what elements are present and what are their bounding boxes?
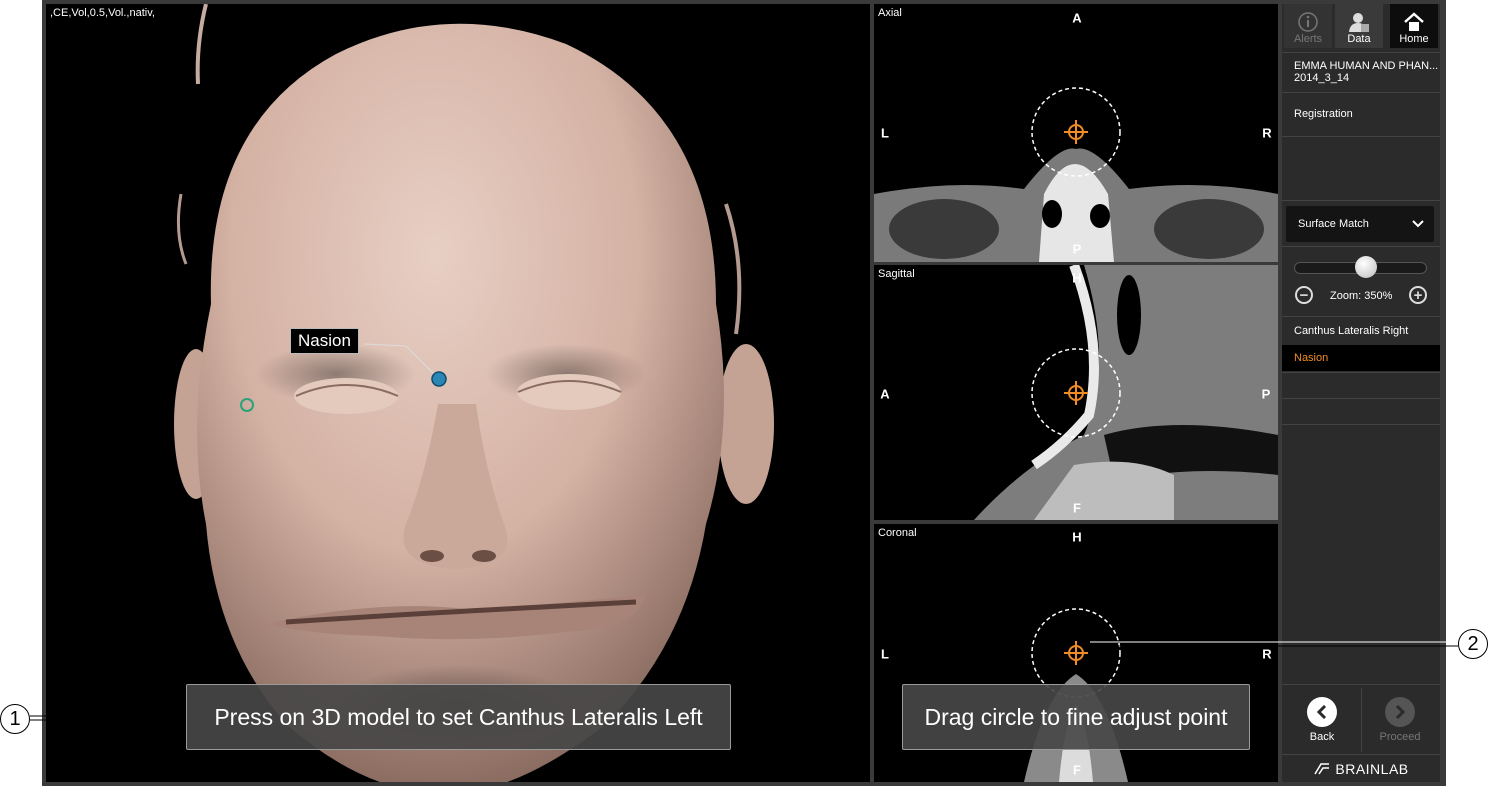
back-label: Back xyxy=(1309,731,1335,743)
3d-head-model[interactable] xyxy=(46,4,870,782)
proceed-button[interactable]: Proceed xyxy=(1362,688,1438,752)
method-label: Surface Match xyxy=(1298,218,1369,230)
proceed-label: Proceed xyxy=(1379,731,1421,743)
sagittal-top-orientation: H xyxy=(1072,270,1082,286)
coronal-left-orientation: L xyxy=(881,646,889,662)
sagittal-left-orientation: A xyxy=(880,386,890,402)
nasion-marker xyxy=(431,371,447,387)
axial-slice-view[interactable]: Axial A P L R xyxy=(874,4,1278,262)
patient-date: 2014_3_14 xyxy=(1294,72,1350,84)
callout-2: 2 xyxy=(1458,629,1488,659)
info-icon xyxy=(1298,12,1318,32)
axial-left-orientation: L xyxy=(881,125,889,141)
coronal-right-orientation: R xyxy=(1262,646,1272,662)
alerts-button[interactable]: Alerts xyxy=(1284,4,1332,48)
data-button[interactable]: Data xyxy=(1335,4,1383,48)
callout-1: 1 xyxy=(0,704,30,734)
zoom-slider-handle[interactable] xyxy=(1355,256,1378,278)
axial-right-orientation: R xyxy=(1262,125,1272,141)
sagittal-right-orientation: P xyxy=(1261,386,1271,402)
home-label: Home xyxy=(1399,33,1429,45)
sagittal-label: Sagittal xyxy=(878,268,915,280)
back-button[interactable]: Back xyxy=(1284,688,1360,752)
axial-label: Axial xyxy=(878,7,902,19)
zoom-in-button[interactable]: + xyxy=(1409,286,1427,304)
slice-instruction-banner: Drag circle to fine adjust point xyxy=(902,684,1250,750)
axial-ct-image xyxy=(874,87,1278,262)
data-label: Data xyxy=(1347,33,1371,45)
section-title: Registration xyxy=(1294,108,1353,120)
brand-footer: BRAINLAB xyxy=(1282,758,1440,780)
nasion-landmark-label: Nasion xyxy=(290,328,359,354)
chevron-down-icon xyxy=(1412,220,1424,228)
method-dropdown[interactable]: Surface Match xyxy=(1286,206,1434,242)
home-button[interactable]: Home xyxy=(1390,4,1438,48)
axial-bottom-orientation: P xyxy=(1072,241,1082,257)
sagittal-bottom-orientation: F xyxy=(1073,500,1081,516)
coronal-bottom-orientation: F xyxy=(1073,762,1081,778)
crosshair-icon xyxy=(1064,641,1088,665)
coronal-top-orientation: H xyxy=(1072,529,1082,545)
brand-name: BRAINLAB xyxy=(1335,761,1409,777)
crosshair-icon xyxy=(1064,120,1088,144)
sagittal-ct-image xyxy=(974,265,1278,520)
patient-name: EMMA HUMAN AND PHAN... xyxy=(1294,60,1439,72)
chevron-right-icon xyxy=(1395,705,1406,719)
zoom-label: Zoom: 350% xyxy=(1330,290,1393,302)
point-list-item-active[interactable]: Nasion xyxy=(1282,345,1440,371)
home-icon xyxy=(1404,12,1424,31)
sidebar: Alerts Data Home EMMA HUMAN AND PHAN... … xyxy=(1282,4,1440,782)
alerts-label: Alerts xyxy=(1293,33,1323,45)
patient-data-icon xyxy=(1349,13,1369,32)
minus-icon: − xyxy=(1299,286,1309,304)
sagittal-slice-view[interactable]: Sagittal H F A P xyxy=(874,265,1278,520)
chevron-left-icon xyxy=(1316,705,1327,719)
3d-instruction-banner: Press on 3D model to set Canthus Lateral… xyxy=(186,684,731,750)
zoom-out-button[interactable]: − xyxy=(1295,286,1313,304)
brainlab-logo-icon xyxy=(1314,763,1330,775)
point-list-item[interactable]: Canthus Lateralis Right xyxy=(1282,318,1440,344)
crosshair-icon xyxy=(1064,381,1088,405)
3d-viewer[interactable]: ,CE,Vol,0.5,Vol.,nativ, xyxy=(46,4,870,782)
coronal-label: Coronal xyxy=(878,527,917,539)
axial-top-orientation: A xyxy=(1072,10,1082,26)
volume-info-label: ,CE,Vol,0.5,Vol.,nativ, xyxy=(50,7,155,19)
plus-icon: + xyxy=(1413,286,1423,304)
